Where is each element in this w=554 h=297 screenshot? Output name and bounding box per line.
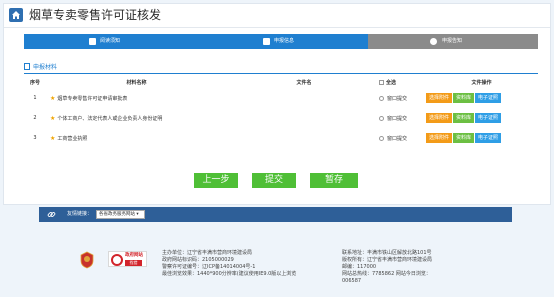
- page-title: 烟草专卖零售许可证核发: [29, 8, 162, 22]
- table-row: 2 ★ 个体工商户、法定代表人或企业负责人身份证明 窗口提交 选择附件 资料库 电子证…: [26, 108, 538, 128]
- file-name: [229, 128, 379, 148]
- footer-info-left: 主办单位：辽宁省丰满市营商环境建设局 政府网站标识码：2105000029 警察…: [162, 250, 296, 278]
- row-index: 2: [33, 115, 37, 121]
- step-label: 申报告知: [442, 38, 463, 44]
- footer-postcode: 邮编：117000: [342, 264, 377, 270]
- row-index: 3: [33, 135, 37, 141]
- window-submit-radio[interactable]: [379, 95, 384, 101]
- e-license-button[interactable]: 电子证照: [475, 133, 502, 143]
- window-submit-option[interactable]: 窗口提交: [379, 128, 425, 148]
- material-name: ★ 个体工商户、法定代表人或企业负责人身份证明: [44, 108, 229, 128]
- col-select-all: 全选: [379, 77, 425, 88]
- file-name: [229, 108, 379, 128]
- save-draft-button[interactable]: 暂存: [310, 173, 358, 188]
- window-submit-radio[interactable]: [379, 115, 384, 121]
- footer-phone: 网站总热线：7785862 网站今日浏览：: [342, 271, 431, 277]
- e-license-button[interactable]: 电子证照: [475, 93, 502, 103]
- e-license-button[interactable]: 电子证照: [475, 113, 502, 123]
- select-attachment-button[interactable]: 选择附件: [426, 93, 453, 103]
- form-icon: [263, 38, 270, 45]
- select-all-label: 全选: [386, 80, 397, 86]
- footer-icp: 警察许可证编号：辽ICP备14014004号-1: [162, 264, 256, 270]
- library-button[interactable]: 资料库: [453, 133, 475, 143]
- window-submit-label: 窗口提交: [387, 95, 408, 102]
- table-row: 1 ★ 烟草专卖零售许可证申请审批表 窗口提交 选择附件 资料库 电子证照: [26, 88, 538, 108]
- library-button[interactable]: 资料库: [453, 93, 475, 103]
- material-name: ★ 烟草专卖零售许可证申请审批表: [44, 88, 229, 108]
- government-emblem-icon: [80, 251, 94, 269]
- material-name-text: 个体工商户、法定代表人或企业负责人身份证明: [57, 115, 163, 122]
- friendly-links-label: 友情链接：: [67, 211, 93, 217]
- file-name: [229, 88, 379, 108]
- footer: 政府网站 找错 主办单位：辽宁省丰满市营商环境建设局 政府网站标识码：21050…: [0, 231, 554, 297]
- required-star-icon: ★: [50, 134, 56, 142]
- submit-button[interactable]: 提交: [252, 173, 296, 188]
- window-submit-label: 窗口提交: [387, 135, 408, 142]
- title-bar: 烟草专卖零售许可证核发: [4, 4, 550, 28]
- material-name: ★ 工商营业执照: [44, 128, 229, 148]
- required-star-icon: ★: [50, 114, 56, 122]
- action-buttons: 上一步 提交 暂存: [0, 173, 554, 188]
- friendly-links-select[interactable]: 各省政务服务网站 ▾: [96, 210, 145, 219]
- site-logo-line2: 找错: [125, 260, 142, 266]
- step-declare-notice: 申报告知: [368, 34, 538, 49]
- ring-icon: [111, 254, 123, 266]
- col-name: 材料名称: [126, 80, 147, 86]
- select-all-checkbox[interactable]: [379, 80, 384, 85]
- footer-browser: 最佳浏览效果：1440*900分辨率(建议使用IE9.0版以上浏览: [162, 271, 297, 277]
- select-attachment-button[interactable]: 选择附件: [426, 133, 453, 143]
- step-label: 申报信息: [274, 38, 295, 44]
- footer-info-right: 联系地址：丰满市铁山区解放北路101号 版权所有：辽宁省丰满市营商环境建设局 邮…: [342, 250, 432, 285]
- tab-label: 申报材料: [33, 64, 58, 71]
- row-ops: 选择附件 资料库 电子证照: [425, 108, 538, 128]
- window-submit-label: 窗口提交: [387, 115, 408, 122]
- materials-table: 序号 材料名称 文件名 全选 文件操作 1 ★ 烟草专卖零售许可证申请审批表 窗口…: [26, 77, 538, 148]
- section-divider: [24, 73, 538, 74]
- col-index: 序号: [29, 80, 40, 86]
- window-submit-radio[interactable]: [379, 135, 384, 141]
- link-icon: [47, 212, 56, 217]
- page: 烟草专卖零售许可证核发 阅读须知 申报信息 申报告知 申报材料 序号 材料名称 …: [0, 0, 554, 297]
- info-icon: [430, 38, 437, 45]
- material-name-text: 烟草专卖零售许可证申请审批表: [57, 95, 128, 102]
- prev-step-button[interactable]: 上一步: [194, 173, 238, 188]
- row-ops: 选择附件 资料库 电子证照: [425, 128, 538, 148]
- select-attachment-button[interactable]: 选择附件: [426, 113, 453, 123]
- col-ops: 文件操作: [471, 80, 492, 86]
- required-star-icon: ★: [50, 94, 56, 102]
- row-ops: 选择附件 资料库 电子证照: [425, 88, 538, 108]
- col-file: 文件名: [296, 80, 312, 86]
- friendly-links-bar: 友情链接： 各省政务服务网站 ▾: [39, 207, 512, 222]
- site-logo-line1: 政府网站: [125, 253, 143, 258]
- step-declare-info: 申报信息: [196, 34, 368, 49]
- library-button[interactable]: 资料库: [453, 113, 475, 123]
- footer-visits: 006587: [342, 278, 362, 284]
- step-label: 阅读须知: [100, 38, 121, 44]
- footer-address: 联系地址：丰满市铁山区解放北路101号: [342, 250, 432, 256]
- site-error-report-logo[interactable]: 政府网站 找错: [108, 251, 147, 267]
- step-read-notice: 阅读须知: [24, 34, 196, 49]
- document-icon: [89, 38, 96, 45]
- material-name-text: 工商营业执照: [57, 135, 88, 142]
- table-row: 3 ★ 工商营业执照 窗口提交 选择附件 资料库 电子证照: [26, 128, 538, 148]
- tab-materials[interactable]: 申报材料: [24, 62, 57, 73]
- footer-site-code: 政府网站标识码：2105000029: [162, 257, 234, 263]
- window-submit-option[interactable]: 窗口提交: [379, 88, 425, 108]
- table-header-row: 序号 材料名称 文件名 全选 文件操作: [26, 77, 538, 88]
- step-progress: 阅读须知 申报信息 申报告知: [24, 34, 538, 49]
- row-index: 1: [33, 95, 37, 101]
- footer-org: 主办单位：辽宁省丰满市营商环境建设局: [162, 250, 253, 256]
- window-submit-option[interactable]: 窗口提交: [379, 108, 425, 128]
- footer-copyright: 版权所有：辽宁省丰满市营商环境建设局: [342, 257, 433, 263]
- file-icon: [24, 63, 30, 70]
- home-icon[interactable]: [9, 8, 23, 22]
